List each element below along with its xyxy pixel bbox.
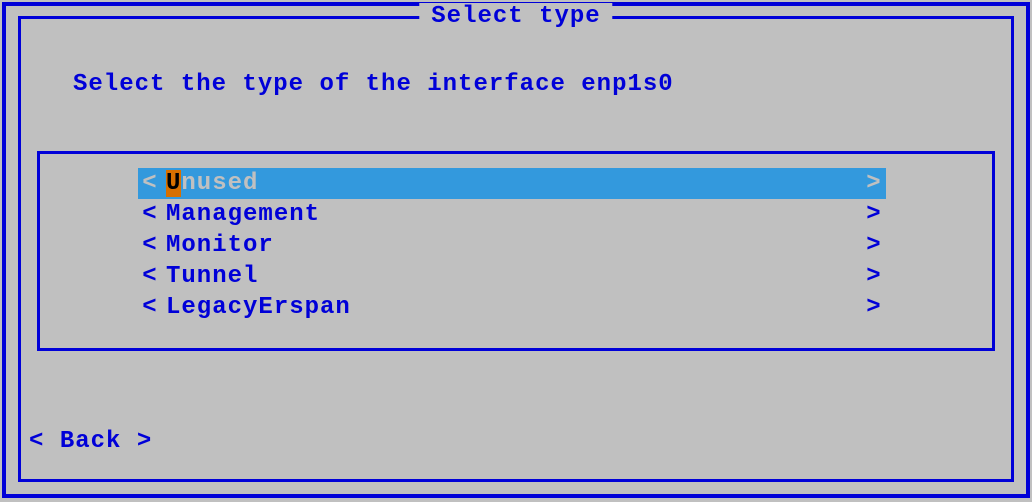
chevron-right-icon: > xyxy=(862,201,886,228)
type-option-label: Unused xyxy=(162,170,258,197)
chevron-left-icon: < xyxy=(138,294,162,321)
type-option-tunnel[interactable]: <Tunnel > xyxy=(138,261,886,292)
type-option-label: Tunnel xyxy=(162,263,258,290)
chevron-right-icon: > xyxy=(862,232,886,259)
type-option-label: Management xyxy=(162,201,320,228)
chevron-left-icon: < xyxy=(138,201,162,228)
chevron-left-icon: < xyxy=(138,232,162,259)
type-option-monitor[interactable]: <Monitor > xyxy=(138,230,886,261)
type-option-management[interactable]: <Management > xyxy=(138,199,886,230)
type-list: <Unused><Management><Monitor><Tunnel><Le… xyxy=(37,151,995,351)
chevron-right-icon: > xyxy=(862,294,886,321)
chevron-right-icon: > xyxy=(862,263,886,290)
chevron-right-icon: > xyxy=(862,170,886,197)
type-option-label: LegacyErspan xyxy=(162,294,351,321)
back-button[interactable]: < Back > xyxy=(29,428,152,455)
chevron-left-icon: < xyxy=(138,170,162,197)
type-option-label: Monitor xyxy=(162,232,274,259)
outer-frame: Select type Select the type of the inter… xyxy=(2,2,1030,498)
type-option-unused[interactable]: <Unused > xyxy=(138,168,886,199)
hotkey-char: U xyxy=(166,170,181,197)
chevron-left-icon: < xyxy=(138,263,162,290)
dialog-prompt: Select the type of the interface enp1s0 xyxy=(73,71,674,98)
type-option-legacyerspan[interactable]: <LegacyErspan > xyxy=(138,292,886,323)
dialog-title: Select type xyxy=(419,3,612,30)
dialog-frame: Select type Select the type of the inter… xyxy=(18,16,1014,482)
